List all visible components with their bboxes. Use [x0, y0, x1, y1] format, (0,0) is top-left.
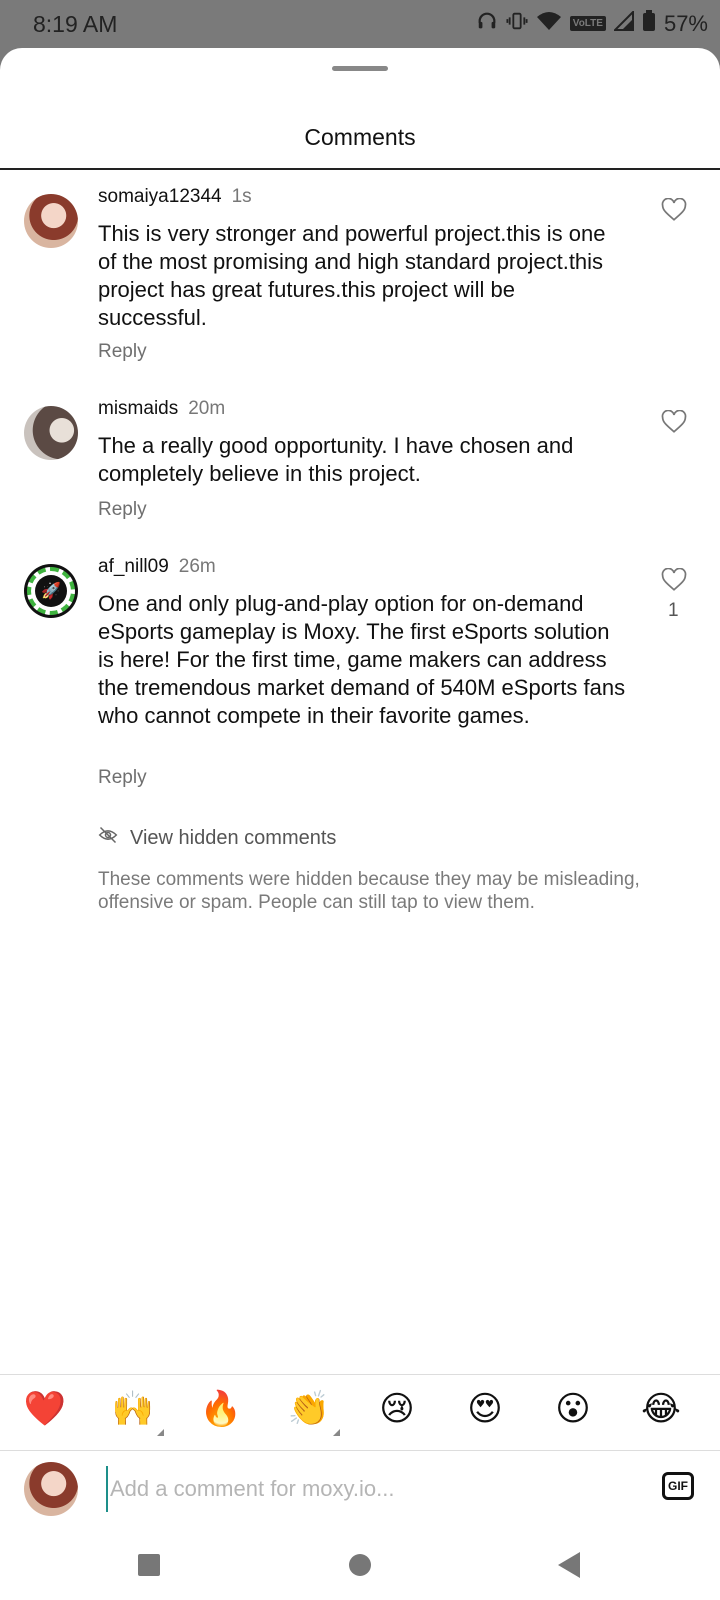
comment-header: af_nill09 26m	[98, 556, 216, 578]
drag-handle[interactable]	[332, 66, 388, 71]
heart-icon[interactable]	[661, 197, 691, 228]
comment-text: This is very stronger and powerful proje…	[98, 221, 606, 330]
current-user-avatar	[24, 1462, 78, 1516]
avatar[interactable]: 🚀	[24, 564, 78, 618]
battery-icon	[642, 10, 656, 37]
gif-button[interactable]: GIF	[662, 1472, 694, 1500]
divider	[0, 1374, 720, 1375]
eye-off-icon	[98, 826, 118, 850]
rocket-icon: 🚀	[35, 575, 67, 607]
comment-text: One and only plug-and-play option for on…	[98, 591, 626, 728]
comment-text: The a really good opportunity. I have ch…	[98, 433, 574, 486]
comment-username[interactable]: af_nill09	[98, 556, 169, 577]
emoji-raising-hands-glyph: 🙌	[111, 1390, 155, 1428]
emoji-heart-eyes[interactable]: 😍	[460, 1384, 510, 1434]
view-hidden-label: View hidden comments	[130, 826, 337, 849]
divider	[0, 1450, 720, 1451]
avatar[interactable]	[24, 194, 78, 248]
emoji-fire[interactable]: 🔥	[196, 1384, 246, 1434]
wifi-icon	[536, 10, 562, 37]
sheet-title: Comments	[304, 124, 416, 150]
skin-tone-indicator	[157, 1429, 164, 1436]
emoji-crying[interactable]: 😢	[372, 1384, 422, 1434]
emoji-bar: ❤️ 🙌 🔥 👏 😢 😍 😮 😂	[0, 1384, 720, 1444]
comment-header: somaiya12344 1s	[98, 186, 252, 208]
recent-apps-button[interactable]	[138, 1554, 160, 1576]
system-nav-bar	[0, 1528, 720, 1600]
reply-button[interactable]: Reply	[98, 767, 147, 789]
avatar-ring: 🚀	[27, 567, 75, 615]
reply-button[interactable]: Reply	[98, 499, 147, 521]
headphones-icon	[476, 10, 498, 37]
emoji-clapping[interactable]: 👏	[284, 1384, 340, 1436]
comment-time: 26m	[178, 556, 216, 577]
status-bar: 8:19 AM VoLTE 57%	[0, 0, 720, 50]
vibrate-icon	[506, 10, 528, 37]
battery-percent: 57%	[663, 10, 708, 36]
emoji-heart[interactable]: ❤️	[20, 1384, 70, 1434]
hidden-comments-note: These comments were hidden because they …	[98, 869, 640, 913]
emoji-laughing[interactable]: 😂	[636, 1384, 686, 1434]
skin-tone-indicator	[333, 1429, 340, 1436]
comment-time: 20m	[188, 398, 226, 419]
view-hidden-comments[interactable]: View hidden comments	[98, 826, 336, 850]
emoji-raising-hands[interactable]: 🙌	[108, 1384, 164, 1436]
volte-badge: VoLTE	[569, 16, 606, 31]
comment-username[interactable]: somaiya12344	[98, 186, 222, 207]
avatar[interactable]	[24, 406, 78, 460]
home-button[interactable]	[349, 1554, 371, 1576]
comment-header: mismaids 20m	[98, 398, 225, 420]
divider	[0, 168, 720, 170]
comment-input[interactable]	[106, 1466, 620, 1512]
comment-username[interactable]: mismaids	[98, 398, 178, 419]
emoji-surprised[interactable]: 😮	[548, 1384, 598, 1434]
comment-time: 1s	[231, 186, 252, 207]
status-icons: VoLTE 57%	[476, 9, 708, 37]
heart-icon[interactable]	[661, 567, 691, 598]
reply-button[interactable]: Reply	[98, 341, 147, 363]
comments-sheet: Comments somaiya12344 1s This is very str…	[0, 48, 720, 1600]
back-button[interactable]	[558, 1552, 580, 1578]
heart-icon[interactable]	[661, 409, 691, 440]
status-time: 8:19 AM	[33, 11, 118, 37]
emoji-clapping-glyph: 👏	[287, 1390, 331, 1428]
like-count: 1	[668, 600, 679, 621]
signal-icon	[612, 9, 634, 36]
